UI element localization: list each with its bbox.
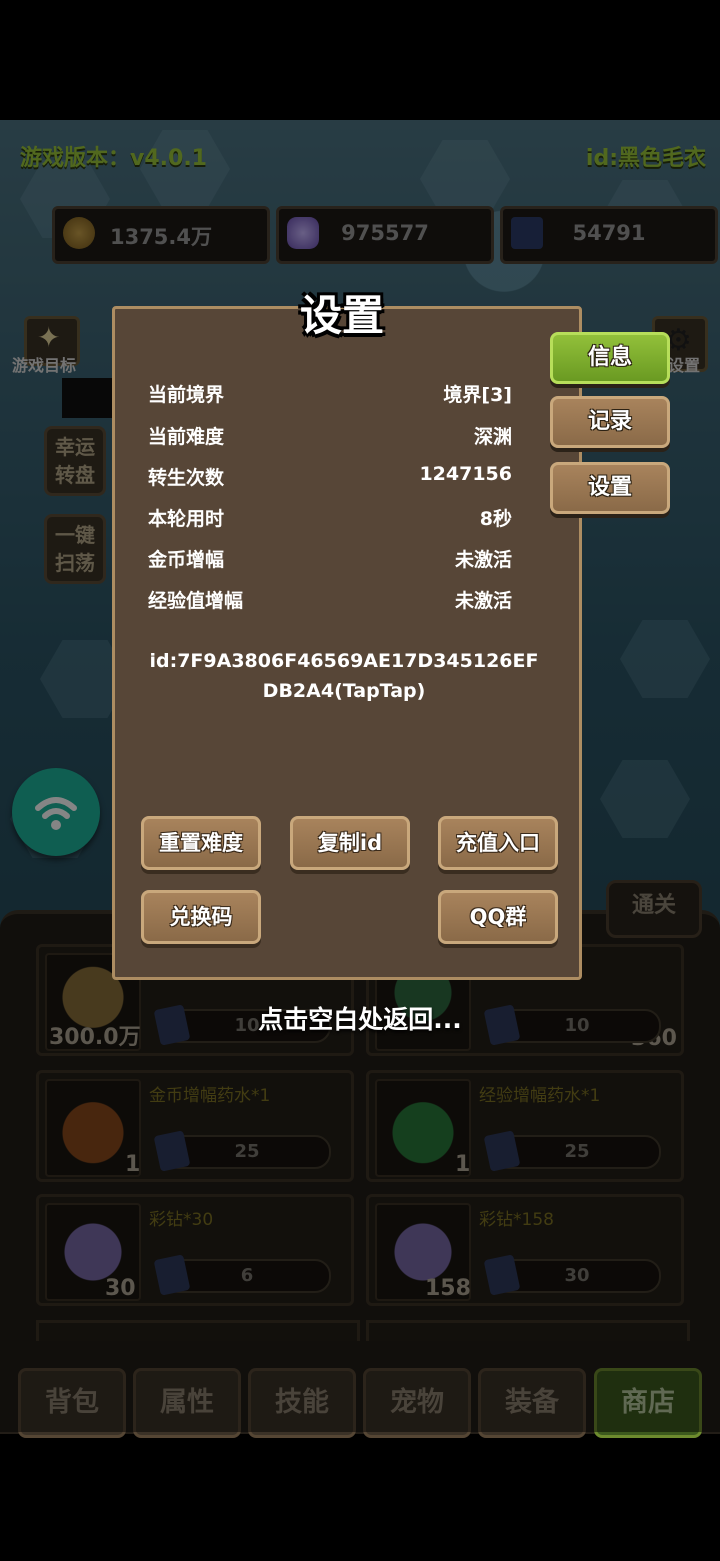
realm-value: 境界[3] xyxy=(443,384,512,406)
copy-id-button[interactable]: 复制id xyxy=(290,816,410,870)
tab-record[interactable]: 记录 xyxy=(550,396,670,448)
modal-title: 设置 xyxy=(300,291,385,340)
tab-info[interactable]: 信息 xyxy=(550,332,670,384)
round-time-value: 8秒 xyxy=(479,508,512,530)
settings-modal xyxy=(112,306,582,980)
redeem-code-button[interactable]: 兑换码 xyxy=(141,890,261,944)
rebirth-count-value: 1247156 xyxy=(419,463,512,485)
coin-boost-value: 未激活 xyxy=(454,549,512,571)
coin-boost-label: 金币增幅 xyxy=(148,549,225,571)
recharge-button[interactable]: 充值入口 xyxy=(438,816,558,870)
tap-to-return-hint: 点击空白处返回... xyxy=(258,1005,462,1034)
account-id-text: id:7F9A3806F46569AE17D345126EFDB2A4(TapT… xyxy=(149,650,539,702)
reset-difficulty-button[interactable]: 重置难度 xyxy=(141,816,261,870)
round-time-label: 本轮用时 xyxy=(148,508,225,530)
realm-label: 当前境界 xyxy=(148,384,225,406)
difficulty-label: 当前难度 xyxy=(148,426,225,448)
tab-settings[interactable]: 设置 xyxy=(550,462,670,514)
qq-group-button[interactable]: QQ群 xyxy=(438,890,558,944)
exp-boost-value: 未激活 xyxy=(454,590,512,612)
difficulty-value: 深渊 xyxy=(473,426,512,448)
exp-boost-label: 经验值增幅 xyxy=(148,590,244,612)
rebirth-count-label: 转生次数 xyxy=(148,467,225,489)
